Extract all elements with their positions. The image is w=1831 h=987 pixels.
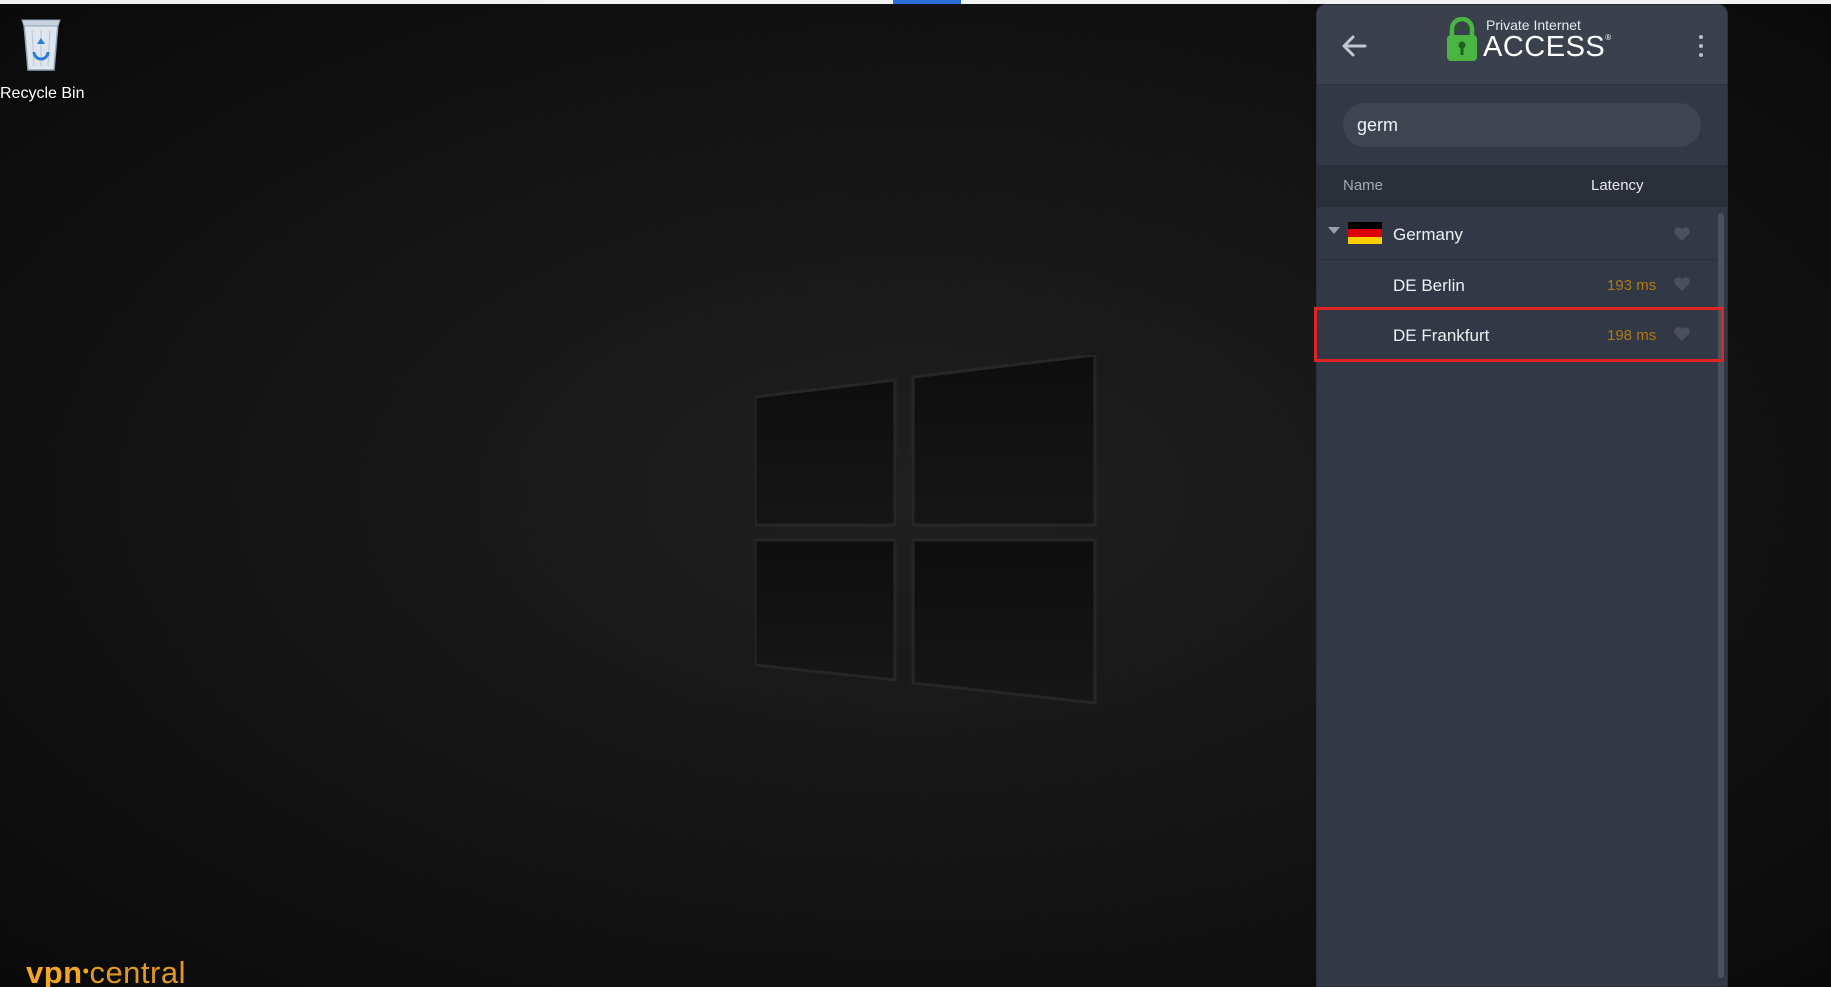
column-name[interactable]: Name	[1343, 177, 1383, 194]
region-list: Germany DE Berlin 193 ms DE Frankfurt 19…	[1317, 207, 1727, 360]
heart-icon[interactable]	[1673, 226, 1691, 242]
region-search-input[interactable]	[1343, 103, 1701, 147]
chevron-down-icon[interactable]	[1328, 227, 1340, 234]
column-header: Name Latency	[1317, 165, 1727, 207]
brand-tagline: Private Internet	[1486, 17, 1581, 33]
vpncentral-watermark: vpn•central	[26, 955, 186, 987]
pia-header: Private Internet ACCESS®	[1317, 5, 1727, 85]
brand-name-text: ACCESS	[1483, 31, 1606, 63]
desktop-icon-recycle-bin[interactable]: Recycle Bin	[0, 14, 85, 103]
heart-icon[interactable]	[1673, 276, 1691, 292]
flag-stripe	[1348, 236, 1382, 244]
top-strip-accent	[893, 0, 961, 4]
server-latency: 198 ms	[1607, 327, 1657, 344]
recycle-bin-icon	[21, 19, 61, 71]
watermark-vpn: vpn	[26, 955, 83, 987]
recycle-bin-label: Recycle Bin	[0, 85, 85, 102]
server-row-de-frankfurt[interactable]: DE Frankfurt 198 ms	[1317, 310, 1727, 360]
watermark-central: central	[89, 955, 186, 987]
arrow-left-icon	[1342, 35, 1367, 57]
flag-stripe	[1348, 222, 1382, 230]
menu-dot-icon	[1699, 35, 1703, 39]
pia-window: Private Internet ACCESS® Name Latency Ge…	[1316, 4, 1728, 987]
column-latency[interactable]: Latency	[1591, 177, 1644, 194]
server-name: DE Frankfurt	[1393, 326, 1490, 345]
search-area	[1317, 85, 1727, 165]
server-name: DE Berlin	[1393, 276, 1465, 295]
back-button[interactable]	[1337, 29, 1371, 63]
germany-flag-icon	[1348, 222, 1382, 244]
country-row-germany[interactable]: Germany	[1317, 207, 1727, 260]
menu-dot-icon	[1699, 44, 1703, 48]
server-latency: 193 ms	[1607, 277, 1657, 294]
brand-name: ACCESS®	[1483, 33, 1612, 62]
registered-mark-icon: ®	[1605, 33, 1612, 42]
flag-stripe	[1348, 229, 1382, 237]
heart-icon[interactable]	[1673, 326, 1691, 342]
windows-logo-wallpaper	[755, 355, 1097, 705]
pia-lock-logo-icon	[1447, 17, 1477, 61]
more-menu-button[interactable]	[1691, 29, 1711, 63]
server-row-de-berlin[interactable]: DE Berlin 193 ms	[1317, 260, 1727, 310]
country-name: Germany	[1393, 225, 1463, 244]
list-scrollbar[interactable]	[1718, 213, 1724, 978]
pia-brand: Private Internet ACCESS®	[1445, 17, 1612, 63]
menu-dot-icon	[1699, 53, 1703, 57]
